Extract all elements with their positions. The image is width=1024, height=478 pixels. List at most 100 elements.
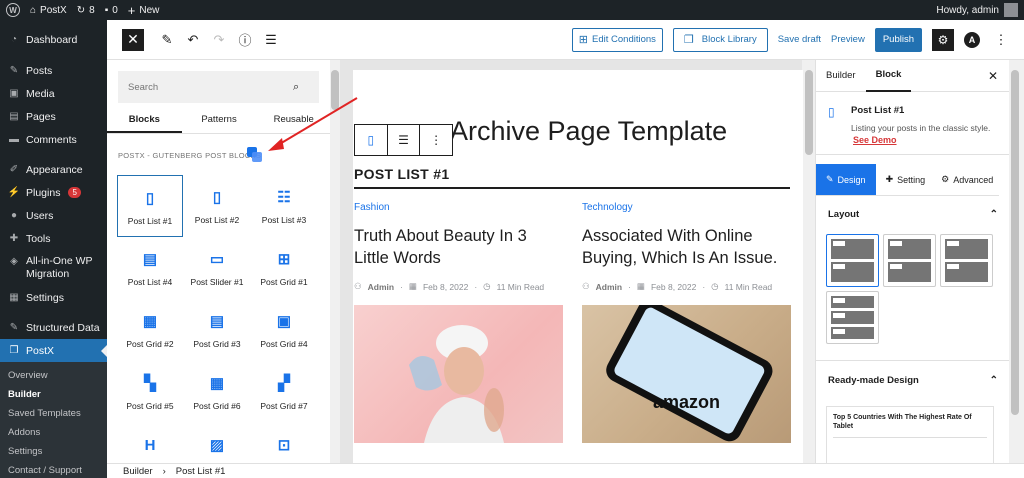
tab-setting[interactable]: ✚ Setting [875,164,936,196]
submenu-builder[interactable]: Builder [0,385,107,404]
post-list-icon: ▤ [142,251,158,268]
menu-item-posts[interactable]: ✎ Posts [0,59,107,82]
account-menu[interactable]: Howdy, admin [936,3,1018,17]
close-icon[interactable]: ✕ [988,69,998,83]
block-post-list-1[interactable]: ▯ Post List #1 [117,175,183,237]
submenu-overview[interactable]: Overview [0,366,107,385]
block-post-grid-4[interactable]: ▣ Post Grid #4 [251,299,317,361]
submenu-addons[interactable]: Addons [0,423,107,442]
post-author[interactable]: Admin [596,282,622,292]
block-type-icon[interactable]: ▯ [355,125,388,155]
tab-reusable[interactable]: Reusable [256,110,331,133]
menu-item-media[interactable]: ▣ Media [0,82,107,105]
readymade-panel-toggle[interactable]: Ready-made Design ⌃ [816,366,1009,394]
wordpress-logo-icon[interactable]: W [6,3,20,17]
plugin-logo-icon[interactable]: A [964,31,980,48]
wrench-icon: ✚ [885,174,894,184]
layout-panel-toggle[interactable]: Layout ⌃ [816,200,1009,228]
canvas-scroll-thumb[interactable] [805,70,813,155]
updates-link[interactable]: ↻ 8 [77,5,95,16]
submenu-settings[interactable]: Settings [0,442,107,461]
home-icon: ⌂ [30,4,37,16]
tab-builder[interactable]: Builder [816,60,866,92]
block-post-grid-5[interactable]: ▚ Post Grid #5 [117,361,183,423]
inserter-scrollbar[interactable] [330,60,340,463]
woman-towel-illustration [409,325,504,443]
block-post-grid-7[interactable]: ▞ Post Grid #7 [251,361,317,423]
post-card[interactable]: Technology Associated With Online Buying… [582,202,792,292]
list-view-icon[interactable]: ☰ [260,29,282,51]
undo-icon[interactable]: ↶ [182,29,204,51]
conditions-icon: ⊞ [578,34,589,46]
edit-tool-icon[interactable]: ✎ [156,29,178,51]
heading-icon: H [144,436,156,454]
post-title[interactable]: Associated With Online Buying, Which Is … [582,225,792,269]
block-post-grid-6[interactable]: ▦ Post Grid #6 [184,361,250,423]
block-post-grid-2[interactable]: ▦ Post Grid #2 [117,299,183,361]
block-post-grid-1[interactable]: ⊞ Post Grid #1 [251,237,317,299]
breadcrumb-builder[interactable]: Builder [123,466,153,477]
layout-option[interactable] [826,234,879,287]
block-post-slider-1[interactable]: ▭ Post Slider #1 [184,237,250,299]
brush-icon: ✎ [826,174,834,184]
submenu-saved-templates[interactable]: Saved Templates [0,404,107,423]
post-card[interactable]: Fashion Truth About Beauty In 3 Little W… [354,202,564,292]
block-options-icon[interactable]: ⋮ [420,125,452,155]
menu-item-structured-data[interactable]: ✎ Structured Data [0,316,107,339]
tab-patterns[interactable]: Patterns [182,110,257,133]
preview-button[interactable]: Preview [831,34,865,45]
block-post-list-2[interactable]: ▯ Post List #2 [184,175,250,237]
redo-icon[interactable]: ↷ [208,29,230,51]
template-title[interactable]: Archive Page Template [450,116,727,147]
layout-option[interactable] [940,234,993,287]
menu-item-dashboard[interactable]: ◔ Dashboard [0,28,107,51]
close-inserter-button[interactable]: ✕ [122,28,144,51]
menu-item-pages[interactable]: ▤ Pages [0,105,107,128]
block-post-list-4[interactable]: ▤ Post List #4 [117,237,183,299]
post-title[interactable]: Truth About Beauty In 3 Little Words [354,225,564,269]
library-icon: ❐ [683,34,694,46]
layout-option[interactable] [826,291,879,344]
post-thumbnail-image[interactable]: amazon [582,305,791,443]
sidebar-scroll-thumb[interactable] [1011,70,1019,415]
post-category[interactable]: Technology [582,202,792,213]
menu-item-migration[interactable]: ◈ All-in-One WP Migration [0,250,107,286]
menu-item-plugins[interactable]: ⚡ Plugins 5 [0,181,107,204]
menu-item-users[interactable]: ● Users [0,204,107,227]
info-icon[interactable]: ⓘ [234,29,256,51]
site-name-link[interactable]: ⌂ PostX [30,5,67,16]
post-grid-icon: ▦ [142,313,158,330]
comments-link[interactable]: ▪ 0 [105,5,118,16]
block-search-input[interactable] [118,71,319,103]
block-post-grid-3[interactable]: ▤ Post Grid #3 [184,299,250,361]
menu-item-settings[interactable]: ▦ Settings [0,286,107,309]
breadcrumb-post-list[interactable]: Post List #1 [176,466,226,477]
edit-conditions-button[interactable]: ⊞ Edit Conditions [571,27,663,52]
inserter-scroll-thumb[interactable] [331,70,339,110]
publish-button[interactable]: Publish [874,27,922,52]
settings-gear-icon[interactable]: ⚙ [932,28,954,51]
menu-item-postx[interactable]: ❐ PostX [0,339,107,362]
block-post-list-3[interactable]: ☷ Post List #3 [251,175,317,237]
submenu-contact-support[interactable]: Contact / Support [0,461,107,478]
more-options-icon[interactable]: ⋮ [990,29,1012,51]
tab-blocks[interactable]: Blocks [107,110,182,133]
tab-block[interactable]: Block [865,60,912,92]
post-thumbnail-image[interactable] [354,305,563,443]
post-category[interactable]: Fashion [354,202,564,213]
new-content-link[interactable]: + New [128,3,160,18]
post-list-heading[interactable]: POST LIST #1 [354,166,449,182]
save-draft-button[interactable]: Save draft [778,34,821,45]
heading-divider [354,187,790,189]
see-demo-link[interactable]: See Demo [853,135,897,145]
tab-advanced[interactable]: ⚙ Advanced [935,164,1000,196]
menu-item-comments[interactable]: ▬ Comments [0,128,107,151]
block-library-button[interactable]: ❐ Block Library [672,27,768,52]
post-author[interactable]: Admin [368,282,394,292]
readymade-design-preview[interactable]: Top 5 Countries With The Highest Rate Of… [826,406,994,463]
menu-item-tools[interactable]: ✚ Tools [0,227,107,250]
menu-item-appearance[interactable]: ✐ Appearance [0,158,107,181]
layout-option[interactable] [883,234,936,287]
align-icon[interactable]: ☰ [388,125,421,155]
tab-design[interactable]: ✎ Design [816,164,876,196]
